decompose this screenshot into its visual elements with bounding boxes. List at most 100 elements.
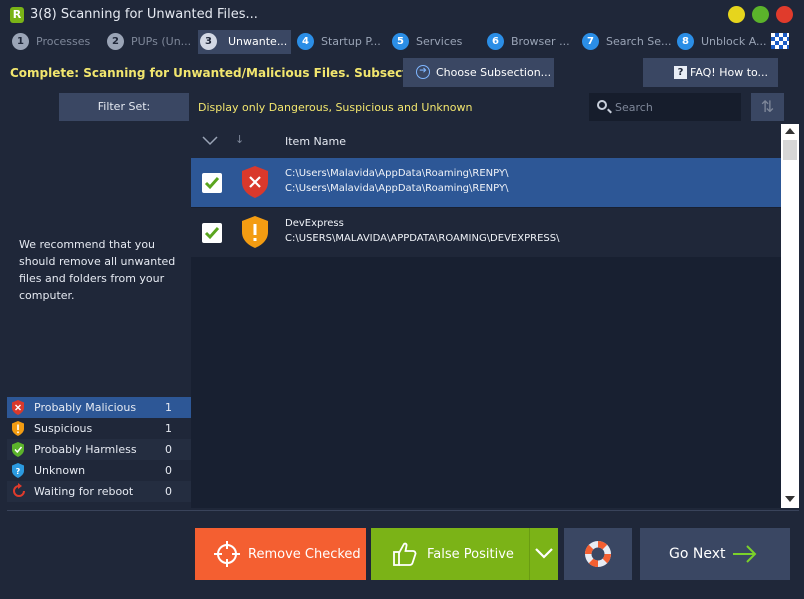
item-name: C:\Users\Malavida\AppData\Roaming\RENPY\: [285, 168, 509, 179]
legend-count: 0: [165, 443, 172, 456]
table-row[interactable]: DevExpress C:\USERS\MALAVIDA\APPDATA\ROA…: [191, 208, 781, 257]
tab-pups[interactable]: 2 PUPs (Un...: [105, 30, 197, 54]
legend-label: Waiting for reboot: [34, 485, 134, 498]
step-number: 3: [200, 33, 217, 50]
scroll-down-arrow-icon[interactable]: [785, 496, 795, 502]
item-path: C:\USERS\MALAVIDA\APPDATA\ROAMING\DEVEXP…: [285, 233, 560, 244]
recommendation-text: We recommend that you should remove all …: [19, 238, 176, 302]
step-number: 7: [582, 33, 599, 50]
search-input[interactable]: [615, 99, 735, 115]
question-icon: ?: [674, 66, 687, 79]
search-icon: [597, 100, 607, 110]
results-table: ↓ Item Name C:\Users\Malavida\AppData\Ro…: [191, 124, 799, 508]
tab-unwanted-files[interactable]: 3 Unwante...: [198, 30, 291, 54]
threat-legend: Probably Malicious 1 Suspicious 1 Probab…: [7, 397, 191, 502]
go-next-label: Go Next: [669, 546, 726, 562]
lifebuoy-icon: [585, 541, 611, 567]
select-all-chevron-icon[interactable]: [201, 132, 219, 150]
scan-status: Complete: Scanning for Unwanted/Maliciou…: [10, 66, 454, 80]
step-number: 8: [677, 33, 694, 50]
arrow-right-icon: [733, 545, 757, 563]
column-item-name[interactable]: Item Name: [285, 135, 346, 148]
filter-description: Display only Dangerous, Suspicious and U…: [198, 101, 473, 114]
checkmark-icon: [204, 227, 220, 240]
app-logo-icon: R: [10, 7, 24, 23]
step-label: Services: [416, 35, 463, 48]
step-label: Browser ...: [511, 35, 570, 48]
step-number: 6: [487, 33, 504, 50]
maximize-button[interactable]: [752, 6, 769, 23]
faq-label: FAQ! How to...: [690, 66, 769, 79]
orange-shield-exclamation-icon: [12, 421, 24, 436]
arrow-right-circle-icon: ➔: [416, 65, 430, 79]
chevron-down-icon[interactable]: [534, 546, 554, 560]
tab-search-settings[interactable]: 7 Search Se...: [580, 30, 672, 54]
finish-flag-icon: [771, 33, 789, 49]
legend-item-unknown[interactable]: ? Unknown 0: [7, 460, 191, 481]
false-positive-button[interactable]: False Positive: [371, 528, 558, 580]
checkmark-icon: [204, 177, 220, 190]
title-bar: R 3(8) Scanning for Unwanted Files...: [0, 0, 804, 30]
legend-item-suspicious[interactable]: Suspicious 1: [7, 418, 191, 439]
step-tabs: 1 Processes 2 PUPs (Un... 3 Unwante... 4…: [0, 30, 804, 54]
table-header: ↓ Item Name: [191, 124, 781, 158]
search-box: [589, 93, 741, 121]
minimize-button[interactable]: [728, 6, 745, 23]
blue-shield-question-icon: ?: [12, 463, 24, 478]
close-button[interactable]: [776, 6, 793, 23]
tab-processes[interactable]: 1 Processes: [10, 30, 102, 54]
step-label: Unblock A...: [701, 35, 767, 48]
row-checkbox[interactable]: [202, 173, 222, 193]
thumbs-up-icon: [393, 542, 417, 566]
step-label: Startup P...: [321, 35, 381, 48]
window-title: 3(8) Scanning for Unwanted Files...: [30, 7, 258, 22]
step-label: Processes: [36, 35, 91, 48]
red-reboot-icon: [13, 483, 25, 497]
tab-services[interactable]: 5 Services: [390, 30, 482, 54]
choose-subsection-label: Choose Subsection...: [436, 66, 552, 79]
legend-count: 0: [165, 464, 172, 477]
choose-subsection-button[interactable]: ➔ Choose Subsection...: [403, 58, 554, 87]
button-divider: [529, 528, 530, 580]
sort-arrow-icon[interactable]: ↓: [235, 133, 244, 146]
step-label: Unwante...: [228, 35, 288, 48]
legend-count: 0: [165, 485, 172, 498]
faq-button[interactable]: ? FAQ! How to...: [643, 58, 778, 87]
red-shield-x-icon: [12, 400, 24, 415]
tab-browser[interactable]: 6 Browser ...: [485, 30, 577, 54]
suspicious-shield-icon: [242, 216, 268, 248]
help-button[interactable]: [564, 528, 632, 580]
vertical-scrollbar[interactable]: [781, 124, 799, 508]
item-name: DevExpress: [285, 218, 344, 229]
legend-item-reboot[interactable]: Waiting for reboot 0: [7, 481, 191, 502]
table-row[interactable]: C:\Users\Malavida\AppData\Roaming\RENPY\…: [191, 158, 781, 207]
legend-count: 1: [165, 401, 172, 414]
step-number: 2: [107, 33, 124, 50]
step-number: 4: [297, 33, 314, 50]
remove-checked-label: Remove Checked: [248, 547, 361, 562]
legend-label: Unknown: [34, 464, 86, 477]
tab-unblock-apps[interactable]: 8 Unblock A...: [675, 30, 767, 54]
go-next-button[interactable]: Go Next: [640, 528, 790, 580]
legend-item-malicious[interactable]: Probably Malicious 1: [7, 397, 191, 418]
refresh-button[interactable]: ⇅: [751, 93, 784, 121]
legend-count: 1: [165, 422, 172, 435]
legend-label: Suspicious: [34, 422, 93, 435]
legend-label: Probably Malicious: [34, 401, 137, 414]
scroll-up-arrow-icon[interactable]: [785, 128, 795, 134]
legend-item-harmless[interactable]: Probably Harmless 0: [7, 439, 191, 460]
step-number: 1: [12, 33, 29, 50]
legend-label: Probably Harmless: [34, 443, 137, 456]
svg-text:?: ?: [16, 467, 21, 476]
refresh-arrows-icon: ⇅: [760, 97, 775, 116]
item-path: C:\Users\Malavida\AppData\Roaming\RENPY\: [285, 183, 509, 194]
step-number: 5: [392, 33, 409, 50]
scroll-thumb[interactable]: [783, 140, 797, 160]
remove-checked-button[interactable]: Remove Checked: [195, 528, 366, 580]
filter-set-button[interactable]: Filter Set:: [59, 93, 189, 121]
row-checkbox[interactable]: [202, 223, 222, 243]
tab-startup-programs[interactable]: 4 Startup P...: [295, 30, 387, 54]
divider: [7, 510, 799, 511]
step-label: Search Se...: [606, 35, 672, 48]
step-label: PUPs (Un...: [131, 35, 192, 48]
